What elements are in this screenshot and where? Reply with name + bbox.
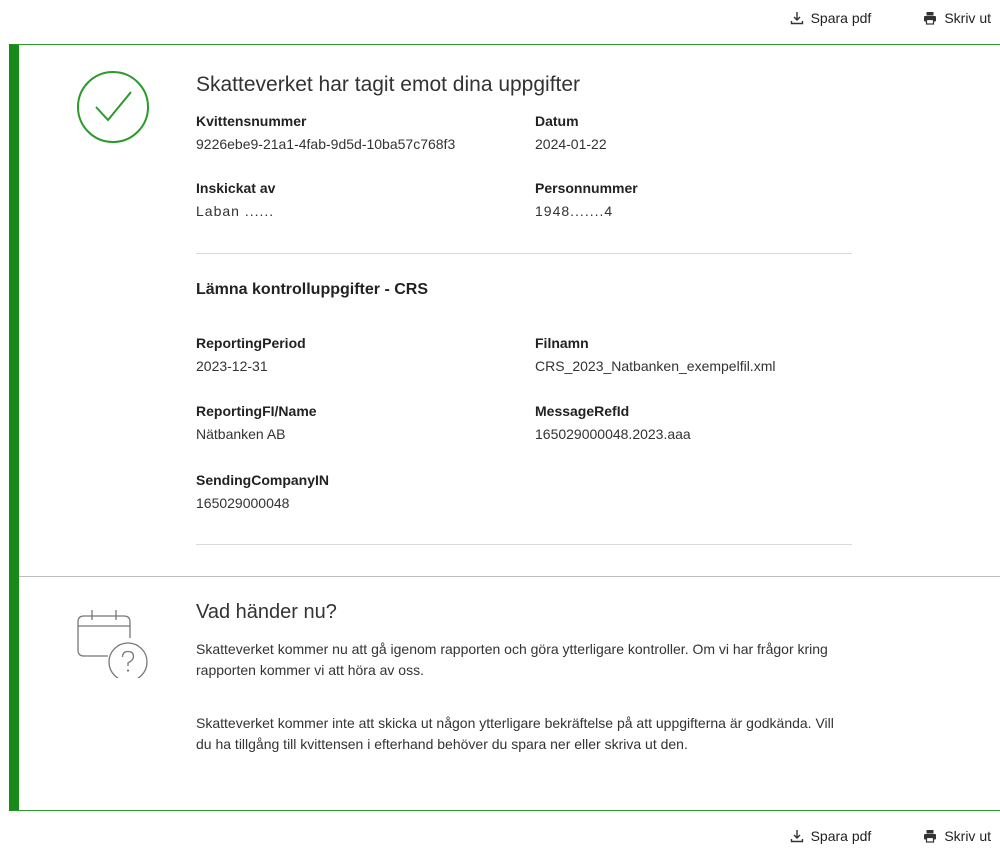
- sent-by-field: Inskickat av Laban ......: [196, 179, 516, 220]
- receipt-number-label: Kvittensnummer: [196, 113, 307, 129]
- next-steps-title: Vad händer nu?: [196, 601, 337, 623]
- download-icon: [790, 830, 803, 843]
- section-divider: [196, 253, 852, 254]
- message-ref-field: MessageRefId 165029000048.2023.aaa: [535, 402, 855, 443]
- next-steps-section: Vad händer nu? Skatteverket kommer nu at…: [19, 577, 1000, 810]
- receipt-section: Skatteverket har tagit emot dina uppgift…: [19, 45, 1000, 576]
- next-steps-paragraph-2: Skatteverket kommer inte att skicka ut n…: [196, 715, 834, 752]
- checkmark-circle-icon: [77, 71, 149, 143]
- save-pdf-label: Spara pdf: [810, 10, 872, 26]
- date-label: Datum: [535, 113, 579, 129]
- reporting-fi-label: ReportingFI/Name: [196, 403, 317, 419]
- calendar-question-icon: [77, 610, 148, 678]
- download-icon: [790, 12, 803, 25]
- reporting-period-field: ReportingPeriod 2023-12-31: [196, 334, 516, 375]
- receipt-number-field: Kvittensnummer 9226ebe9-21a1-4fab-9d5d-1…: [196, 112, 516, 153]
- date-field: Datum 2024-01-22: [535, 112, 855, 153]
- reporting-period-value: 2023-12-31: [196, 358, 268, 374]
- sending-company-field: SendingCompanyIN 165029000048: [196, 471, 516, 512]
- save-pdf-label: Spara pdf: [810, 828, 872, 844]
- save-pdf-button[interactable]: Spara pdf: [790, 828, 872, 844]
- personal-number-field: Personnummer 1948.......4: [535, 179, 855, 220]
- bottom-toolbar: Spara pdf Skriv ut: [790, 817, 991, 855]
- printer-icon: [924, 12, 937, 25]
- receipt-number-value: 9226ebe9-21a1-4fab-9d5d-10ba57c768f3: [196, 136, 456, 152]
- top-toolbar: Spara pdf Skriv ut: [790, 0, 991, 36]
- section-divider: [196, 544, 852, 545]
- filename-label: Filnamn: [535, 335, 589, 351]
- sending-company-value: 165029000048: [196, 495, 290, 511]
- reporting-period-label: ReportingPeriod: [196, 335, 306, 351]
- message-ref-value: 165029000048.2023.aaa: [535, 426, 691, 442]
- print-button[interactable]: Skriv ut: [923, 10, 991, 26]
- message-ref-label: MessageRefId: [535, 403, 630, 419]
- receipt-title: Skatteverket har tagit emot dina uppgift…: [196, 73, 581, 96]
- reporting-fi-field: ReportingFI/Name Nätbanken AB: [196, 402, 516, 443]
- print-label: Skriv ut: [944, 10, 991, 26]
- printer-icon: [924, 830, 937, 843]
- print-label: Skriv ut: [944, 828, 991, 844]
- filename-value: CRS_2023_Natbanken_exempelfil.xml: [535, 358, 776, 374]
- date-value: 2024-01-22: [535, 136, 607, 152]
- reporting-fi-value: Nätbanken AB: [196, 426, 286, 442]
- filename-field: Filnamn CRS_2023_Natbanken_exempelfil.xm…: [535, 334, 855, 375]
- save-pdf-button[interactable]: Spara pdf: [790, 10, 872, 26]
- sent-by-label: Inskickat av: [196, 180, 276, 196]
- next-steps-paragraph-1: Skatteverket kommer nu att gå igenom rap…: [196, 641, 828, 678]
- sending-company-label: SendingCompanyIN: [196, 472, 330, 488]
- receipt-card: Skatteverket har tagit emot dina uppgift…: [9, 44, 1000, 811]
- personal-number-value: 1948.......4: [535, 203, 614, 219]
- personal-number-label: Personnummer: [535, 180, 638, 196]
- crs-subheading: Lämna kontrolluppgifter - CRS: [196, 281, 428, 298]
- print-button[interactable]: Skriv ut: [923, 828, 991, 844]
- sent-by-value: Laban ......: [196, 203, 275, 219]
